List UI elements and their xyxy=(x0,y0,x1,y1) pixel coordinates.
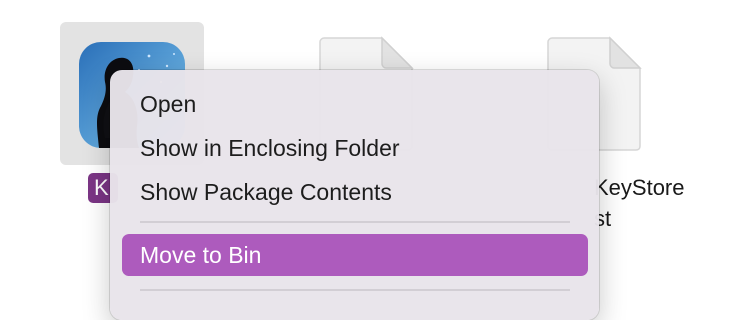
context-menu: Open Show in Enclosing Folder Show Packa… xyxy=(110,70,599,320)
menu-item-show-package-contents[interactable]: Show Package Contents xyxy=(122,171,588,213)
desktop-area: K KeyStore st Open Show in Enclosing Fol… xyxy=(0,0,740,320)
file-name-label[interactable]: KeyStore xyxy=(594,173,685,203)
menu-item-show-in-enclosing-folder[interactable]: Show in Enclosing Folder xyxy=(122,127,588,169)
menu-item-move-to-bin[interactable]: Move to Bin xyxy=(122,234,588,276)
menu-item-open[interactable]: Open xyxy=(122,83,588,125)
menu-separator xyxy=(140,289,570,291)
menu-separator xyxy=(140,221,570,223)
